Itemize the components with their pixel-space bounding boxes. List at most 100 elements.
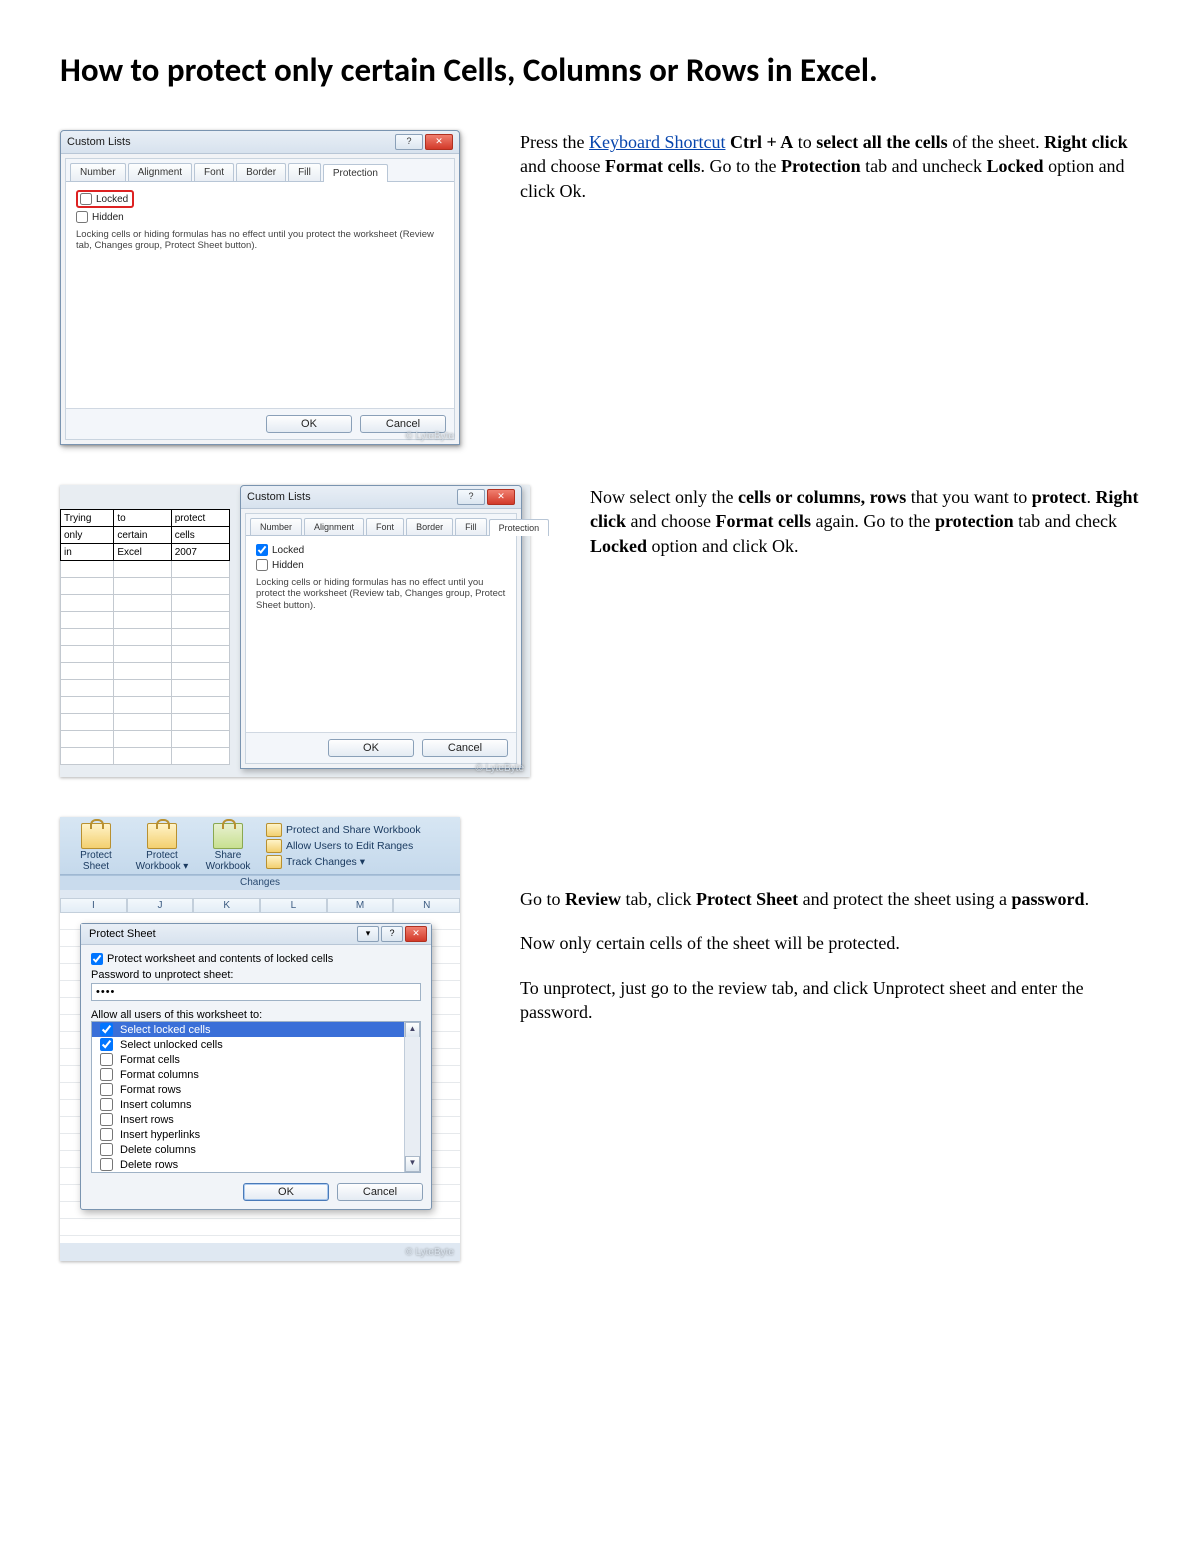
protect-contents-label: Protect worksheet and contents of locked…	[107, 953, 333, 965]
table-row: onlycertaincells	[61, 527, 230, 544]
col-header[interactable]: K	[193, 898, 260, 913]
table-row: inExcel2007	[61, 544, 230, 561]
step1-text: Press the Keyboard Shortcut Ctrl + A to …	[520, 130, 1140, 223]
password-label: Password to unprotect sheet:	[91, 969, 421, 981]
protect-and-share-button[interactable]: Protect and Share Workbook	[266, 823, 421, 839]
table-row	[61, 663, 230, 680]
hidden-checkbox[interactable]	[256, 559, 268, 571]
protection-info-text: Locking cells or hiding formulas has no …	[76, 229, 444, 252]
step2-text: Now select only the cells or columns, ro…	[590, 485, 1140, 578]
password-input[interactable]	[91, 983, 421, 1001]
table-row	[61, 578, 230, 595]
tab-font[interactable]: Font	[194, 163, 234, 181]
locked-label: Locked	[272, 545, 304, 556]
table-row	[61, 629, 230, 646]
qat-icon[interactable]: ▾	[357, 926, 379, 942]
figure-format-cells-unlocked: Custom Lists ? ✕ Number Alignment Font B…	[60, 130, 460, 445]
watermark: © LyteByte	[405, 431, 454, 442]
col-header[interactable]: J	[127, 898, 194, 913]
tab-border[interactable]: Border	[406, 518, 453, 535]
dialog-title: Custom Lists	[247, 491, 457, 503]
close-button[interactable]: ✕	[405, 926, 427, 942]
tab-fill[interactable]: Fill	[288, 163, 321, 181]
ok-button[interactable]: OK	[243, 1183, 329, 1201]
col-header[interactable]: L	[260, 898, 327, 913]
scroll-up-icon[interactable]: ▲	[405, 1022, 420, 1037]
watermark: © LyteByte	[405, 1247, 454, 1258]
hidden-label: Hidden	[272, 560, 304, 571]
keyboard-shortcut-link[interactable]: Keyboard Shortcut	[589, 132, 725, 152]
share-icon	[213, 823, 243, 849]
table-row	[61, 646, 230, 663]
perm-item: Format rows	[92, 1082, 420, 1097]
table-row	[61, 612, 230, 629]
tab-fill[interactable]: Fill	[455, 518, 487, 535]
perm-item: Insert columns	[92, 1097, 420, 1112]
tab-alignment[interactable]: Alignment	[128, 163, 192, 181]
column-headers: I J K L M N	[60, 898, 460, 913]
close-button[interactable]: ✕	[487, 489, 515, 505]
col-header[interactable]: M	[327, 898, 394, 913]
allow-users-button[interactable]: Allow Users to Edit Ranges	[266, 839, 421, 855]
locked-label: Locked	[96, 194, 128, 205]
table-row	[61, 697, 230, 714]
tab-number[interactable]: Number	[70, 163, 126, 181]
perm-item: Insert hyperlinks	[92, 1127, 420, 1142]
hidden-label: Hidden	[92, 212, 124, 223]
lock-icon	[81, 823, 111, 849]
tab-number[interactable]: Number	[250, 518, 302, 535]
ribbon-changes-group: Protect Sheet Protect Workbook ▾ Share W…	[60, 817, 460, 875]
track-changes-button[interactable]: Track Changes ▾	[266, 855, 421, 871]
table-row	[61, 595, 230, 612]
table-row	[61, 748, 230, 765]
dialog-title: Custom Lists	[67, 136, 395, 148]
col-header[interactable]: N	[393, 898, 460, 913]
perm-item: Format columns	[92, 1067, 420, 1082]
protect-contents-checkbox[interactable]	[91, 953, 103, 965]
table-row	[61, 714, 230, 731]
figure-protect-sheet: Protect Sheet Protect Workbook ▾ Share W…	[60, 817, 460, 1261]
step3-text: Go to Review tab, click Protect Sheet an…	[520, 817, 1140, 1044]
table-row: Tryingtoprotect	[61, 510, 230, 527]
perm-item: Delete rows	[92, 1157, 420, 1172]
col-header[interactable]: I	[60, 898, 127, 913]
close-button[interactable]: ✕	[425, 134, 453, 150]
tab-alignment[interactable]: Alignment	[304, 518, 364, 535]
ok-button[interactable]: OK	[266, 415, 352, 433]
hidden-checkbox[interactable]	[76, 211, 88, 223]
help-button[interactable]: ?	[381, 926, 403, 942]
figure-format-cells-locked: Tryingtoprotect onlycertaincells inExcel…	[60, 485, 530, 777]
help-button[interactable]: ?	[457, 489, 485, 505]
spreadsheet-selection: Tryingtoprotect onlycertaincells inExcel…	[60, 509, 230, 765]
cancel-button[interactable]: Cancel	[422, 739, 508, 757]
scroll-down-icon[interactable]: ▼	[405, 1156, 420, 1172]
share-workbook-ribbon-button[interactable]: Share Workbook	[200, 823, 256, 872]
perm-item: Insert rows	[92, 1112, 420, 1127]
tab-protection[interactable]: Protection	[489, 519, 550, 536]
ribbon-group-label: Changes	[60, 875, 460, 890]
tab-font[interactable]: Font	[366, 518, 404, 535]
table-row	[61, 731, 230, 748]
permissions-list[interactable]: Select locked cells Select unlocked cell…	[91, 1021, 421, 1173]
perm-item: Select locked cells	[92, 1022, 420, 1037]
watermark: © LyteByte	[475, 763, 524, 774]
ok-button[interactable]: OK	[328, 739, 414, 757]
protect-workbook-ribbon-button[interactable]: Protect Workbook ▾	[134, 823, 190, 872]
help-button[interactable]: ?	[395, 134, 423, 150]
locked-highlight: Locked	[76, 190, 134, 208]
protect-sheet-dialog: Protect Sheet ▾ ? ✕ Protect worksheet an…	[80, 923, 432, 1210]
tab-protection[interactable]: Protection	[323, 164, 388, 182]
dialog-title: Protect Sheet	[85, 928, 355, 940]
perm-item: Format cells	[92, 1052, 420, 1067]
locked-checkbox[interactable]	[256, 544, 268, 556]
cancel-button[interactable]: Cancel	[337, 1183, 423, 1201]
locked-checkbox[interactable]	[80, 193, 92, 205]
tab-border[interactable]: Border	[236, 163, 286, 181]
protect-sheet-ribbon-button[interactable]: Protect Sheet	[68, 823, 124, 872]
perm-item: Select unlocked cells	[92, 1037, 420, 1052]
lock-icon	[147, 823, 177, 849]
scrollbar[interactable]: ▲ ▼	[404, 1022, 420, 1172]
allow-label: Allow all users of this worksheet to:	[91, 1009, 421, 1021]
page-title: How to protect only certain Cells, Colum…	[60, 50, 1140, 90]
table-row	[61, 561, 230, 578]
